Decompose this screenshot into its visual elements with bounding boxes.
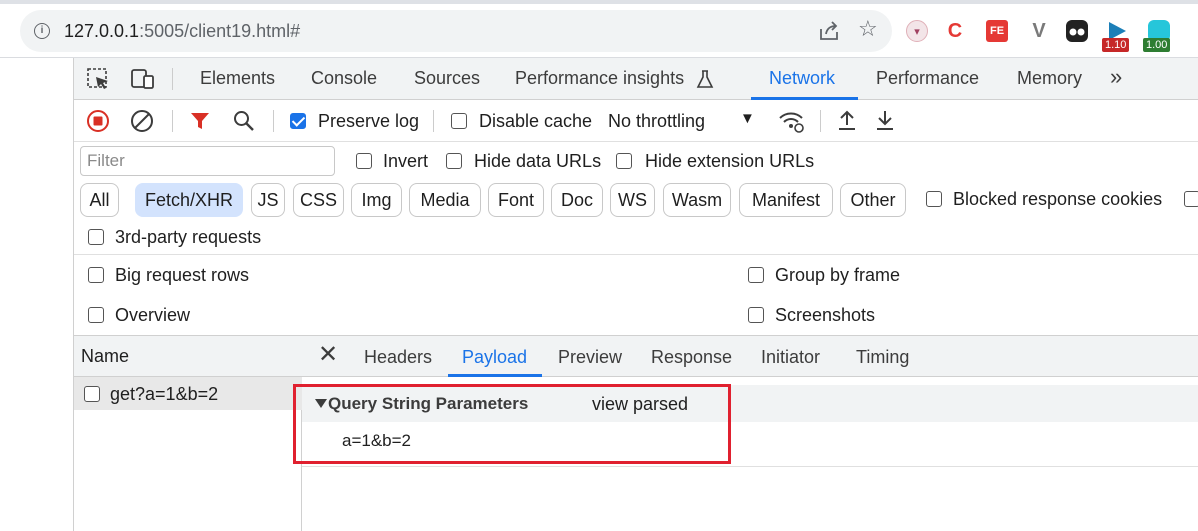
request-row[interactable]: get?a=1&b=2: [74, 377, 302, 410]
devtools-tabbar: Elements Console Sources Performance ins…: [74, 58, 1198, 100]
search-icon[interactable]: [232, 109, 256, 133]
tab-sources[interactable]: Sources: [414, 68, 480, 89]
filter-bar: Invert Hide data URLs Hide extension URL…: [74, 142, 1198, 255]
group-by-frame-label: Group by frame: [775, 265, 901, 285]
screenshots-label: Screenshots: [775, 305, 876, 325]
invert-checkbox[interactable]: [356, 153, 372, 169]
tab-headers[interactable]: Headers: [364, 347, 432, 368]
flask-icon: [696, 70, 714, 88]
page-content-area: [0, 58, 74, 531]
ext-fe-icon[interactable]: FE: [986, 20, 1008, 42]
import-har-icon[interactable]: [836, 108, 858, 132]
tab-preview[interactable]: Preview: [558, 347, 622, 368]
overview-checkbox[interactable]: [88, 307, 104, 323]
url-host: 127.0.0.1: [64, 21, 140, 41]
bookmark-star-icon[interactable]: ☆: [858, 18, 878, 40]
tab-memory[interactable]: Memory: [1017, 68, 1082, 89]
throttling-select[interactable]: No throttling: [608, 111, 705, 132]
preserve-log-label: Preserve log: [318, 111, 420, 131]
filter-input[interactable]: [80, 146, 335, 176]
network-settings: Big request rows Group by frame Overview…: [74, 255, 1198, 336]
share-icon[interactable]: [818, 20, 840, 42]
column-header-name[interactable]: Name: [74, 336, 302, 377]
filter-type-fetch-xhr[interactable]: Fetch/XHR: [135, 183, 243, 217]
request-name: get?a=1&b=2: [110, 384, 219, 404]
export-har-icon[interactable]: [874, 108, 896, 132]
tab-divider: [172, 68, 173, 90]
clear-icon[interactable]: [130, 109, 154, 133]
hide-data-urls-checkbox[interactable]: [446, 153, 462, 169]
request-row-checkbox[interactable]: [84, 386, 100, 402]
toolbar-divider: [820, 110, 821, 132]
toolbar-divider: [433, 110, 434, 132]
tab-performance-insights[interactable]: Performance insights: [515, 68, 684, 89]
tab-elements[interactable]: Elements: [200, 68, 275, 89]
ext-badge-green: 1.00: [1143, 38, 1171, 52]
ext-v-icon[interactable]: V: [1028, 20, 1050, 42]
group-by-frame-checkbox[interactable]: [748, 267, 764, 283]
more-filter-checkbox[interactable]: [1184, 191, 1198, 207]
filter-type-font[interactable]: Font: [488, 183, 544, 217]
request-list: Name get?a=1&b=2: [74, 336, 302, 531]
network-toolbar: Preserve log Disable cache No throttling…: [74, 100, 1198, 142]
tab-response[interactable]: Response: [651, 347, 732, 368]
filter-type-ws[interactable]: WS: [610, 183, 655, 217]
big-request-rows-label: Big request rows: [115, 265, 250, 285]
invert-label: Invert: [383, 151, 429, 171]
browser-toolbar: i 127.0.0.1:5005/client19.html# ☆ ▾ C FE…: [0, 4, 1198, 58]
filter-type-other[interactable]: Other: [840, 183, 906, 217]
ext-c-icon[interactable]: C: [944, 20, 966, 42]
filter-type-all[interactable]: All: [80, 183, 119, 217]
toolbar-divider: [172, 110, 173, 132]
active-detail-tab-indicator: [448, 374, 542, 377]
tab-performance[interactable]: Performance: [876, 68, 979, 89]
url-text[interactable]: 127.0.0.1:5005/client19.html#: [64, 21, 300, 42]
filter-type-wasm[interactable]: Wasm: [663, 183, 731, 217]
third-party-label: 3rd-party requests: [115, 227, 262, 247]
tab-console[interactable]: Console: [311, 68, 377, 89]
third-party-checkbox[interactable]: [88, 229, 104, 245]
tab-timing[interactable]: Timing: [856, 347, 909, 368]
preserve-log-checkbox[interactable]: [290, 113, 306, 129]
site-info-icon[interactable]: i: [34, 23, 50, 39]
section-divider: [302, 466, 1198, 467]
blocked-response-cookies-label: Blocked response cookies: [953, 189, 1163, 209]
overview-label: Overview: [115, 305, 191, 325]
disable-cache-label: Disable cache: [479, 111, 593, 131]
stop-recording-icon[interactable]: [86, 109, 110, 133]
ext-mask-icon[interactable]: [1066, 20, 1088, 42]
ext-badge-red: 1.10: [1102, 38, 1130, 52]
big-request-rows-checkbox[interactable]: [88, 267, 104, 283]
url-path: :5005/client19.html#: [139, 21, 301, 41]
detail-tabbar: ✕ Headers Payload Preview Response Initi…: [302, 336, 1198, 377]
network-conditions-icon[interactable]: [777, 108, 805, 134]
tab-network[interactable]: Network: [769, 68, 835, 89]
annotation-highlight-box: [293, 384, 731, 464]
inspect-element-icon[interactable]: [86, 67, 112, 91]
device-toolbar-icon[interactable]: [130, 67, 156, 91]
address-bar[interactable]: i 127.0.0.1:5005/client19.html# ☆: [20, 10, 892, 52]
filter-type-img[interactable]: Img: [351, 183, 402, 217]
hide-extension-urls-label: Hide extension URLs: [645, 151, 815, 171]
tab-payload[interactable]: Payload: [462, 347, 527, 368]
filter-type-manifest[interactable]: Manifest: [739, 183, 833, 217]
filter-type-css[interactable]: CSS: [293, 183, 344, 217]
tab-initiator[interactable]: Initiator: [761, 347, 820, 368]
disable-cache-checkbox[interactable]: [451, 113, 467, 129]
filter-type-media[interactable]: Media: [409, 183, 481, 217]
filter-type-doc[interactable]: Doc: [551, 183, 603, 217]
ext-pink-icon[interactable]: ▾: [906, 20, 928, 42]
hide-extension-urls-checkbox[interactable]: [616, 153, 632, 169]
chevron-down-icon[interactable]: ▼: [740, 110, 755, 127]
close-icon[interactable]: ✕: [318, 343, 338, 367]
hide-data-urls-label: Hide data URLs: [474, 151, 602, 171]
toolbar-divider: [273, 110, 274, 132]
filter-icon[interactable]: [189, 110, 211, 132]
blocked-response-cookies-checkbox[interactable]: [926, 191, 942, 207]
more-tabs-icon[interactable]: »: [1110, 64, 1122, 90]
extensions-bar: ▾ C FE V 1.10 1.00: [902, 10, 1198, 52]
screenshots-checkbox[interactable]: [748, 307, 764, 323]
filter-type-js[interactable]: JS: [251, 183, 285, 217]
